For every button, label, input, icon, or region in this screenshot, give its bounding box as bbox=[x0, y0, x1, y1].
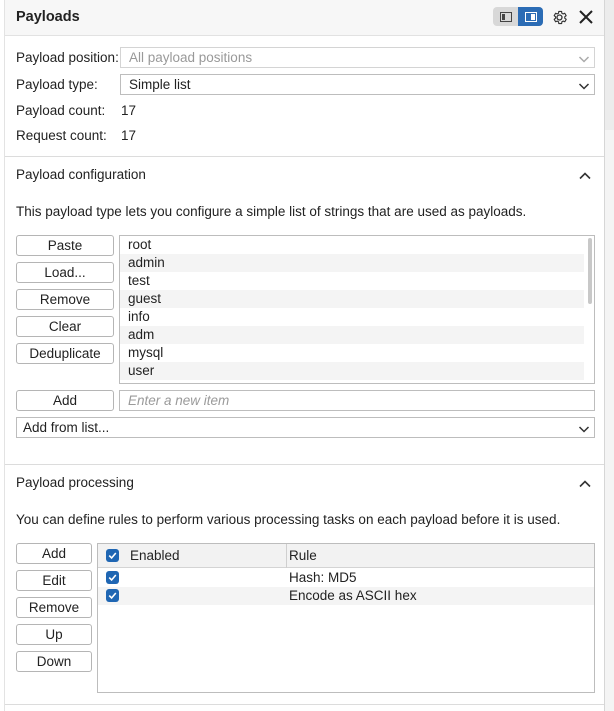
chevron-up-icon[interactable] bbox=[578, 477, 592, 491]
list-item[interactable]: root bbox=[120, 236, 584, 254]
rule-name: Encode as ASCII hex bbox=[289, 588, 417, 603]
add-item-button[interactable]: Add bbox=[16, 390, 114, 411]
payload-processing-description: You can define rules to perform various … bbox=[16, 512, 561, 527]
section-divider bbox=[5, 156, 604, 157]
rule-column-header[interactable]: Rule bbox=[289, 548, 317, 563]
add-rule-button[interactable]: Add bbox=[16, 543, 92, 564]
rule-enabled-checkbox[interactable] bbox=[106, 571, 119, 584]
down-rule-button[interactable]: Down bbox=[16, 651, 92, 672]
rules-table: Enabled Rule Hash: MD5 Encode as ASCII h… bbox=[97, 543, 595, 693]
payload-type-label: Payload type: bbox=[16, 77, 98, 92]
panel-header: Payloads bbox=[5, 0, 604, 36]
select-all-checkbox[interactable] bbox=[106, 549, 119, 562]
list-item[interactable]: guest bbox=[120, 290, 584, 308]
panel-title: Payloads bbox=[16, 9, 80, 25]
rules-table-header: Enabled Rule bbox=[98, 544, 594, 568]
column-separator[interactable] bbox=[286, 544, 287, 568]
rule-enabled-checkbox[interactable] bbox=[106, 589, 119, 602]
close-icon[interactable] bbox=[576, 7, 596, 27]
list-item[interactable]: adm bbox=[120, 326, 584, 344]
payload-processing-title: Payload processing bbox=[16, 475, 134, 490]
request-count-label: Request count: bbox=[16, 128, 107, 143]
payload-configuration-description: This payload type lets you configure a s… bbox=[16, 204, 527, 219]
paste-button[interactable]: Paste bbox=[16, 235, 114, 256]
list-scrollbar[interactable] bbox=[588, 238, 592, 304]
enabled-column-header[interactable]: Enabled bbox=[130, 548, 180, 563]
gear-icon[interactable] bbox=[549, 7, 569, 27]
layout-toggle[interactable] bbox=[493, 7, 543, 26]
payload-type-value: Simple list bbox=[129, 77, 191, 92]
rule-name: Hash: MD5 bbox=[289, 570, 357, 585]
new-item-input[interactable]: Enter a new item bbox=[119, 390, 595, 411]
chevron-down-icon bbox=[578, 421, 590, 440]
payload-type-select[interactable]: Simple list bbox=[120, 74, 595, 95]
request-count-value: 17 bbox=[121, 128, 137, 143]
list-item[interactable]: user bbox=[120, 362, 584, 380]
up-rule-button[interactable]: Up bbox=[16, 624, 92, 645]
deduplicate-button[interactable]: Deduplicate bbox=[16, 343, 114, 364]
list-item[interactable]: mysql bbox=[120, 344, 584, 362]
edit-rule-button[interactable]: Edit bbox=[16, 570, 92, 591]
chevron-down-icon bbox=[578, 78, 590, 97]
payload-list[interactable]: root admin test guest info adm mysql use… bbox=[119, 235, 595, 384]
list-item[interactable]: admin bbox=[120, 254, 584, 272]
section-divider bbox=[5, 464, 604, 465]
payload-configuration-title: Payload configuration bbox=[16, 167, 146, 182]
load-button[interactable]: Load... bbox=[16, 262, 114, 283]
chevron-down-icon bbox=[578, 51, 590, 70]
add-from-list-value: Add from list... bbox=[23, 420, 110, 435]
table-row[interactable]: Encode as ASCII hex bbox=[98, 587, 594, 605]
payload-position-select[interactable]: All payload positions bbox=[120, 47, 595, 68]
payload-count-label: Payload count: bbox=[16, 103, 106, 118]
right-edge-strip bbox=[605, 0, 614, 711]
payload-position-value: All payload positions bbox=[129, 50, 253, 65]
right-edge-bar bbox=[605, 0, 614, 130]
clear-button[interactable]: Clear bbox=[16, 316, 114, 337]
remove-button[interactable]: Remove bbox=[16, 289, 114, 310]
payload-count-value: 17 bbox=[121, 103, 137, 118]
section-divider bbox=[5, 704, 604, 705]
add-from-list-select[interactable]: Add from list... bbox=[16, 417, 595, 438]
table-row[interactable]: Hash: MD5 bbox=[98, 569, 594, 587]
layout-left-icon[interactable] bbox=[493, 7, 518, 26]
list-item[interactable]: test bbox=[120, 272, 584, 290]
chevron-up-icon[interactable] bbox=[578, 169, 592, 183]
remove-rule-button[interactable]: Remove bbox=[16, 597, 92, 618]
list-item[interactable]: info bbox=[120, 308, 584, 326]
payloads-panel: Payloads Payload position: All payload p… bbox=[4, 0, 605, 711]
layout-right-icon[interactable] bbox=[518, 7, 543, 26]
payload-position-label: Payload position: bbox=[16, 50, 119, 65]
